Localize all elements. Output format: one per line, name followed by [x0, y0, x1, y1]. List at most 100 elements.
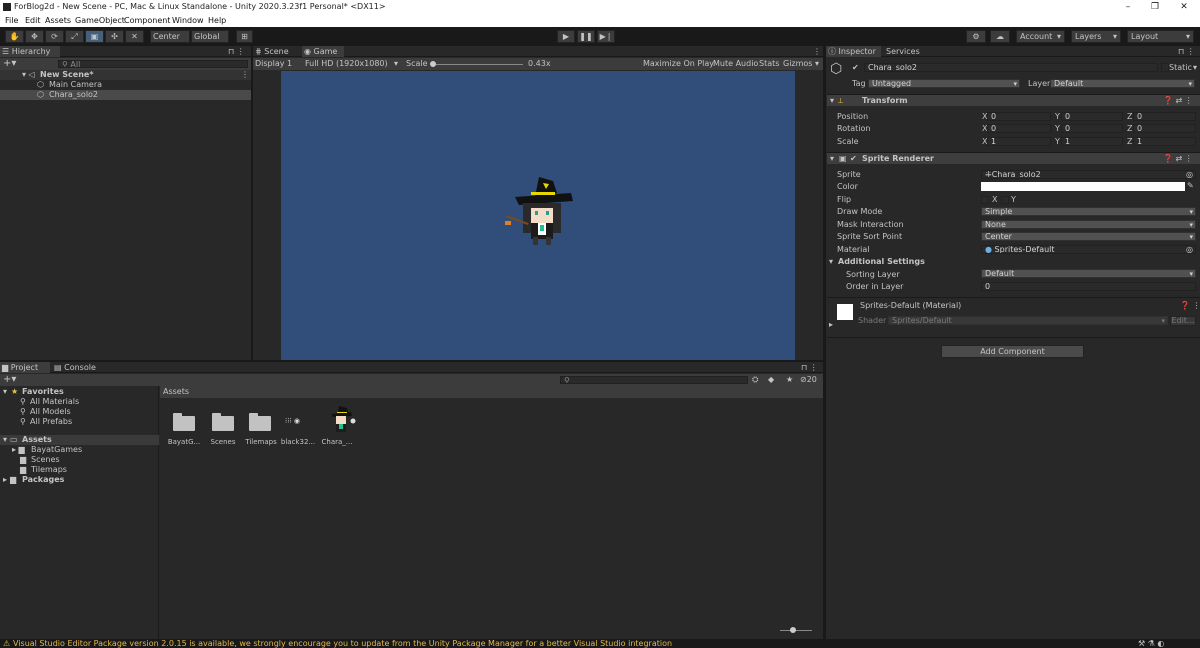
color-swatch[interactable] [981, 182, 1185, 191]
grid-snap-icon[interactable]: ⊞ [236, 30, 253, 43]
flip-y-checkbox[interactable] [1001, 196, 1009, 204]
move-tool-icon[interactable]: ✥ [25, 30, 44, 43]
list-item[interactable]: ▆ Tilemaps [0, 465, 159, 475]
menu-assets[interactable]: Assets [45, 14, 71, 27]
pivot-toggle[interactable]: Center [150, 30, 190, 43]
menu-edit[interactable]: Edit [25, 14, 41, 27]
gizmos-toggle[interactable]: Gizmos [783, 59, 812, 69]
draw-mode-dropdown[interactable]: Simple [981, 207, 1196, 216]
play-button[interactable]: ▶ [557, 30, 575, 43]
account-dropdown[interactable]: Account ▾ [1016, 30, 1065, 43]
edit-shader-button[interactable]: Edit... [1170, 316, 1196, 326]
scale-slider-handle[interactable] [430, 61, 436, 67]
folder-icon[interactable] [212, 413, 234, 431]
tab-scene[interactable]: ⋕ Scene [253, 46, 301, 57]
sprite-field[interactable]: ⁜Chara_solo2 ◎ [981, 170, 1196, 179]
scale-z-field[interactable]: 1 [1133, 137, 1196, 146]
position-x-field[interactable]: 0 [987, 112, 1051, 121]
sprite-sheet-icon[interactable]: ⁝⁝⁝ ◉ [285, 418, 319, 425]
list-item[interactable]: ⚲ All Models [0, 407, 159, 417]
position-y-field[interactable]: 0 [1061, 112, 1123, 121]
project-search-input[interactable]: ⚲ [560, 376, 748, 384]
filter-label-icon[interactable]: ◆ [768, 375, 774, 385]
rotation-z-field[interactable]: 0 [1133, 124, 1196, 133]
maximize-button[interactable]: ❐ [1143, 0, 1167, 14]
list-item[interactable]: ⬡ Chara_solo2 [0, 90, 251, 100]
list-item[interactable]: ⚲ All Materials [0, 397, 159, 407]
scene-menu-icon[interactable]: ⋮ [241, 70, 249, 80]
active-checkbox[interactable]: ✔ [852, 63, 859, 73]
transform-header[interactable]: ▾ ⟂ Transform ❓ ⇄ ⋮ [827, 94, 1200, 106]
static-checkbox[interactable] [1161, 63, 1169, 72]
tab-game[interactable]: ◉ Game [302, 46, 344, 57]
add-icon[interactable]: +▾ [3, 375, 16, 385]
stats-toggle[interactable]: Stats [759, 59, 779, 69]
tab-inspector[interactable]: ⓘ Inspector [826, 46, 881, 57]
menu-component[interactable]: Component [124, 14, 170, 27]
scene-row[interactable]: ▾ ◁ New Scene* ⋮ [0, 70, 251, 80]
scale-x-field[interactable]: 1 [987, 137, 1051, 146]
menu-help[interactable]: Help [208, 14, 226, 27]
object-picker-icon[interactable]: ◎ [1186, 246, 1193, 253]
list-item[interactable]: ▆ Scenes [0, 455, 159, 465]
folder-icon[interactable] [249, 413, 271, 431]
status-message[interactable]: Visual Studio Editor Package version 2.0… [13, 639, 672, 648]
add-icon[interactable]: +▾ [3, 59, 16, 69]
flip-x-checkbox[interactable] [981, 196, 989, 204]
sorting-layer-dropdown[interactable]: Default [981, 269, 1196, 278]
list-item[interactable]: ⬡ Main Camera [0, 80, 251, 90]
scale-slider[interactable] [433, 64, 523, 65]
favorites-row[interactable]: ▾ ★ Favorites [0, 387, 159, 397]
menu-window[interactable]: Window [172, 14, 204, 27]
layers-dropdown[interactable]: Layers ▾ [1071, 30, 1121, 43]
layer-dropdown[interactable]: Default [1050, 79, 1195, 88]
menu-gameobject[interactable]: GameObject [75, 14, 125, 27]
shader-dropdown[interactable]: Sprites/Default [888, 316, 1168, 325]
menu-file[interactable]: File [5, 14, 18, 27]
rotation-x-field[interactable]: 0 [987, 124, 1051, 133]
collab-icon[interactable]: ⚙ [966, 30, 986, 43]
close-button[interactable]: ✕ [1172, 0, 1196, 14]
favorite-star-icon[interactable]: ★ [786, 375, 793, 385]
display-dropdown[interactable]: Display 1 [255, 59, 292, 69]
order-in-layer-field[interactable]: 0 [981, 282, 1196, 291]
mute-audio-toggle[interactable]: Mute Audio [713, 59, 758, 69]
zoom-slider[interactable] [780, 630, 812, 631]
foldout-arrow-icon[interactable]: ▾ [829, 257, 833, 267]
hierarchy-search-input[interactable]: ⚲ All [58, 60, 248, 68]
lock-icon[interactable]: ⊓ ⋮ [801, 362, 818, 373]
folder-icon[interactable] [173, 413, 195, 431]
enabled-checkbox[interactable]: ✔ [850, 154, 857, 164]
scale-tool-icon[interactable]: ⤢ [65, 30, 84, 43]
material-field[interactable]: ● Sprites-Default ◎ [981, 245, 1196, 254]
object-picker-icon[interactable]: ◎ [1186, 171, 1193, 178]
transform-tool-icon[interactable]: ✣ [105, 30, 124, 43]
panel-menu-icon[interactable]: ⋮ [813, 46, 821, 57]
breadcrumb-assets[interactable]: Assets [163, 387, 189, 397]
pause-button[interactable]: ❚❚ [577, 30, 595, 43]
object-name-field[interactable]: Chara_solo2 [864, 63, 1158, 72]
status-icons[interactable]: ⚒ ⚗ ◐ [1138, 639, 1164, 648]
rotation-y-field[interactable]: 0 [1061, 124, 1123, 133]
game-canvas[interactable] [281, 71, 795, 360]
eyedropper-icon[interactable]: ✎ [1187, 181, 1194, 191]
character-thumbnail[interactable] [325, 406, 357, 436]
resolution-dropdown[interactable]: Full HD (1920x1080) [305, 59, 388, 69]
packages-row[interactable]: ▸ ▆ Packages [0, 475, 159, 485]
minimize-button[interactable]: – [1116, 0, 1140, 14]
foldout-arrow-icon[interactable]: ▸ [829, 320, 833, 330]
help-icon[interactable]: ❓ ⋮ [1180, 301, 1200, 311]
maximize-on-play-toggle[interactable]: Maximize On Play [643, 59, 714, 69]
zoom-slider-handle[interactable] [790, 627, 796, 633]
tab-services[interactable]: Services [884, 46, 926, 57]
sort-point-dropdown[interactable]: Center [981, 232, 1196, 241]
assets-root-row[interactable]: ▾ ▭ Assets [0, 435, 159, 445]
position-z-field[interactable]: 0 [1133, 112, 1196, 121]
space-toggle[interactable]: Global [191, 30, 229, 43]
scale-y-field[interactable]: 1 [1061, 137, 1123, 146]
cloud-icon[interactable]: ☁ [990, 30, 1010, 43]
sprite-renderer-header[interactable]: ▾ ▣ ✔ Sprite Renderer ❓ ⇄ ⋮ [827, 152, 1200, 164]
additional-settings-label[interactable]: Additional Settings [838, 257, 925, 267]
hand-tool-icon[interactable]: ✋ [5, 30, 24, 43]
rect-tool-icon[interactable]: ▣ [85, 30, 104, 43]
